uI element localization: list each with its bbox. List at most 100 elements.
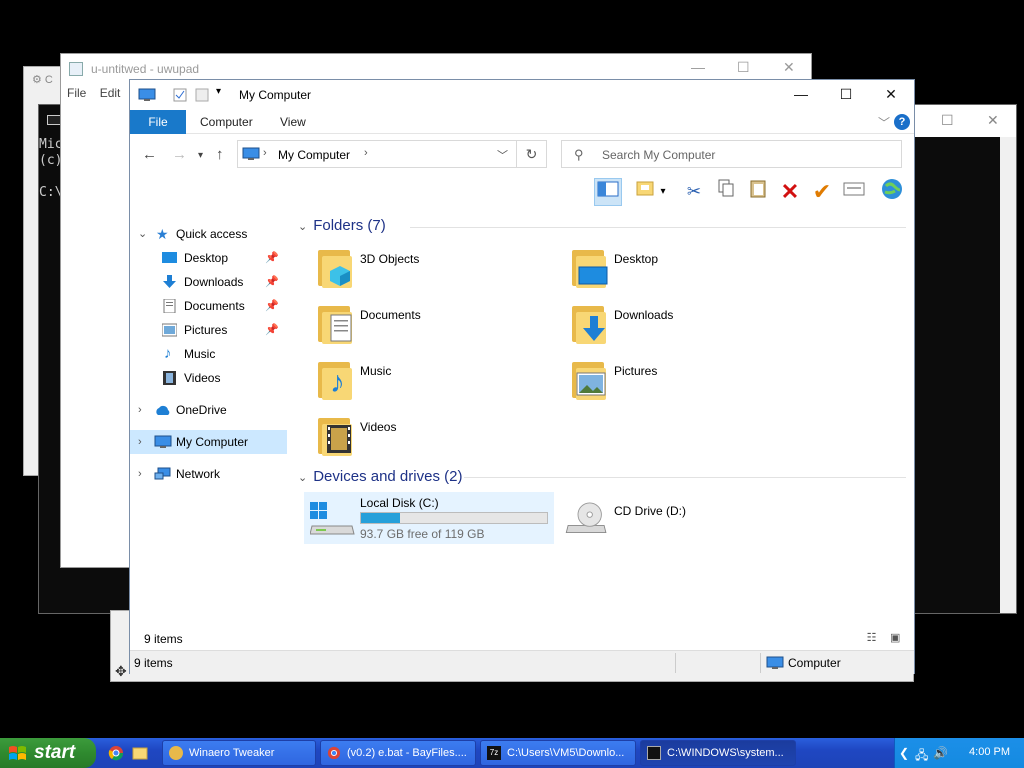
star-icon: ★	[156, 226, 169, 242]
drive-local-disk-c[interactable]: Local Disk (C:) 93.7 GB free of 119 GB	[304, 492, 554, 544]
pin-icon[interactable]: 📌	[265, 246, 279, 270]
start-button[interactable]: start	[0, 738, 96, 768]
rename-check-icon[interactable]: ✔	[808, 178, 836, 206]
window-icon: ⚙ C	[32, 74, 53, 86]
preview-pane-icon[interactable]	[594, 178, 622, 206]
folders-group-header[interactable]: ⌄ Folders (7)	[298, 217, 386, 234]
maximize-button[interactable]: ☐	[737, 59, 750, 76]
large-icons-view-icon[interactable]: ▣	[890, 631, 906, 645]
videos-icon	[163, 371, 176, 385]
nav-desktop[interactable]: Desktop 📌	[130, 246, 287, 270]
music-folder-icon: ♪	[314, 356, 354, 400]
properties-icon[interactable]	[172, 88, 188, 102]
folder-music[interactable]: ♪ Music	[314, 356, 564, 406]
nav-onedrive[interactable]: › OneDrive	[130, 398, 287, 422]
menu-file[interactable]: File	[67, 86, 86, 100]
nav-downloads[interactable]: Downloads 📌	[130, 270, 287, 294]
expand-chevron-icon[interactable]: ›	[138, 398, 142, 422]
cloud-icon	[156, 405, 170, 415]
nav-music[interactable]: ♪ Music	[130, 342, 287, 366]
properties-icon[interactable]	[840, 178, 868, 206]
drive-cd-d[interactable]: CD Drive (D:)	[558, 492, 808, 544]
back-icon[interactable]: ←	[142, 146, 157, 163]
up-icon[interactable]: ↑	[216, 146, 224, 163]
expand-chevron-icon[interactable]: ⌄	[138, 222, 147, 246]
expand-ribbon-icon[interactable]: ﹀	[878, 114, 890, 131]
internet-globe-icon[interactable]	[878, 178, 906, 206]
title-bar[interactable]: ▾ My Computer — ☐ ✕	[130, 80, 914, 110]
copy-icon[interactable]	[712, 178, 740, 206]
content-pane: ⌄ Folders (7) 3D Objects Desktop Document…	[292, 208, 912, 623]
nav-pictures[interactable]: Pictures 📌	[130, 318, 287, 342]
folder-downloads[interactable]: Downloads	[568, 300, 818, 350]
7zip-icon: 7z	[487, 746, 501, 760]
recent-locations-icon[interactable]: ▾	[198, 150, 203, 161]
pin-icon[interactable]: 📌	[265, 270, 279, 294]
network-tray-icon[interactable]: 🖧	[915, 746, 928, 767]
minimize-button[interactable]: —	[790, 86, 812, 104]
breadcrumb-chevron-icon[interactable]: ›	[263, 147, 267, 159]
breadcrumb-chevron-icon[interactable]: ›	[364, 147, 368, 159]
maximize-button[interactable]: ☐	[835, 86, 857, 104]
downloads-icon	[163, 275, 176, 288]
drives-group-header[interactable]: ⌄ Devices and drives (2)	[298, 468, 462, 485]
task-7zip[interactable]: 7z C:\Users\VM5\Downlo...	[480, 740, 636, 766]
pin-icon[interactable]: 📌	[265, 294, 279, 318]
task-bayfiles[interactable]: (v0.2) e.bat - BayFiles....	[320, 740, 476, 766]
dropdown-icon[interactable]: ▾	[656, 178, 670, 206]
computer-icon	[242, 147, 260, 160]
nav-quick-access[interactable]: ⌄ ★ Quick access	[130, 222, 287, 246]
maximize-button[interactable]: ☐	[941, 112, 954, 129]
breadcrumb-my-computer[interactable]: My Computer	[278, 148, 350, 162]
search-input[interactable]: ⚲ Search My Computer	[561, 140, 902, 168]
background-window-right[interactable]: ☐ ✕	[910, 104, 1017, 614]
folder-3d-objects[interactable]: 3D Objects	[314, 244, 564, 294]
task-winaero-tweaker[interactable]: Winaero Tweaker	[162, 740, 316, 766]
cut-icon[interactable]: ✂	[680, 178, 708, 206]
refresh-button[interactable]: ↻	[517, 140, 547, 168]
divider	[675, 653, 676, 673]
close-button[interactable]: ✕	[880, 86, 902, 104]
address-bar[interactable]: › My Computer › ﹀	[237, 140, 517, 168]
folder-documents[interactable]: Documents	[314, 300, 564, 350]
pin-icon[interactable]: 📌	[265, 318, 279, 342]
expand-chevron-icon[interactable]: ›	[138, 430, 142, 454]
minimize-button[interactable]: —	[691, 59, 705, 75]
nav-network[interactable]: › Network	[130, 462, 287, 486]
paste-icon[interactable]	[744, 178, 772, 206]
folder-desktop[interactable]: Desktop	[568, 244, 818, 294]
nav-videos[interactable]: Videos	[130, 366, 287, 390]
details-view-icon[interactable]: ☷	[867, 631, 883, 645]
documents-folder-icon	[314, 300, 354, 344]
tab-file[interactable]: File	[130, 110, 186, 134]
close-button[interactable]: ✕	[987, 112, 999, 129]
chrome-icon	[327, 746, 341, 760]
scrollbar[interactable]	[1000, 137, 1016, 613]
folder-videos[interactable]: Videos	[314, 412, 564, 462]
nav-documents[interactable]: Documents 📌	[130, 294, 287, 318]
window-title: My Computer	[239, 88, 312, 102]
nav-my-computer[interactable]: › My Computer	[130, 430, 287, 454]
cd-drive-icon	[565, 502, 607, 534]
tab-view[interactable]: View	[266, 110, 320, 134]
close-button[interactable]: ✕	[783, 59, 795, 76]
explorer-icon[interactable]	[132, 745, 148, 761]
delete-icon[interactable]: ✕	[776, 178, 804, 206]
show-hidden-icons-icon[interactable]: ❮	[899, 746, 909, 760]
address-dropdown-icon[interactable]: ﹀	[497, 147, 508, 163]
expand-chevron-icon[interactable]: ›	[138, 462, 142, 486]
customize-qat-icon[interactable]: ▾	[216, 86, 221, 97]
collapse-chevron-icon[interactable]: ⌄	[298, 221, 307, 233]
tab-computer[interactable]: Computer	[186, 110, 267, 134]
folder-pictures[interactable]: Pictures	[568, 356, 818, 406]
menu-edit[interactable]: Edit	[100, 86, 121, 100]
explorer-window[interactable]: ▾ My Computer — ☐ ✕ File Computer View ﹀…	[129, 79, 915, 674]
volume-icon[interactable]: 🔊	[933, 746, 948, 760]
clock[interactable]: 4:00 PM	[969, 746, 1010, 758]
help-icon[interactable]: ?	[894, 114, 910, 130]
chrome-icon[interactable]	[108, 745, 124, 761]
new-folder-icon[interactable]	[194, 88, 210, 102]
forward-icon[interactable]: →	[172, 146, 187, 163]
collapse-chevron-icon[interactable]: ⌄	[298, 472, 307, 484]
task-cmd[interactable]: C:\WINDOWS\system...	[640, 740, 796, 766]
